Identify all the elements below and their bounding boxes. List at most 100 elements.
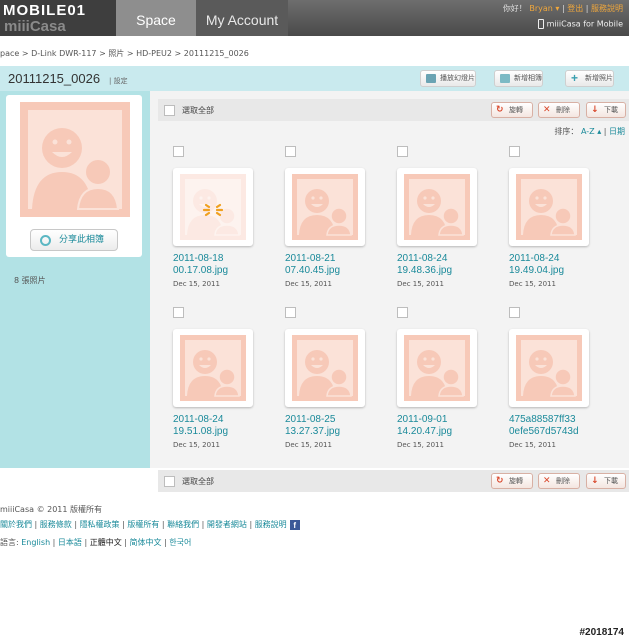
page-title: 20111215_0026 bbox=[8, 71, 101, 86]
logout-link[interactable]: 登出 bbox=[567, 4, 583, 13]
download-button[interactable]: ↓ 下載 bbox=[586, 102, 626, 118]
user-menu[interactable]: Bryan ▾ bbox=[529, 4, 559, 13]
photo-placeholder bbox=[404, 174, 470, 240]
photo-checkbox[interactable] bbox=[173, 146, 184, 157]
photo-checkbox[interactable] bbox=[173, 307, 184, 318]
photo-item[interactable]: 2011-08-25 13.27.37.jpg Dec 15, 2011 bbox=[285, 307, 381, 467]
photo-thumbnail[interactable] bbox=[285, 168, 365, 246]
photo-item[interactable]: 475a88587ff33 0efe567d5743d Dec 15, 2011 bbox=[509, 307, 605, 467]
photo-date: Dec 15, 2011 bbox=[397, 280, 444, 288]
slideshow-button[interactable]: 播放幻燈片 bbox=[420, 70, 476, 87]
photo-filename-line2: 07.40.45.jpg bbox=[285, 265, 341, 276]
photo-checkbox[interactable] bbox=[397, 307, 408, 318]
photo-item[interactable]: 2011-08-24 19.51.08.jpg Dec 15, 2011 bbox=[173, 307, 269, 467]
photo-thumbnail[interactable] bbox=[285, 329, 365, 407]
album-cover-placeholder bbox=[20, 102, 130, 217]
language-option[interactable]: 简体中文 bbox=[129, 538, 161, 547]
new-photo-button[interactable]: + 新增照片 bbox=[565, 70, 614, 87]
footer-link[interactable]: 聯絡我們 bbox=[167, 520, 199, 529]
facebook-icon[interactable]: f bbox=[289, 519, 300, 530]
footer-link[interactable]: 服務條款 bbox=[40, 520, 72, 529]
photo-thumbnail[interactable] bbox=[173, 168, 253, 246]
photo-filename[interactable]: 2011-08-25 13.27.37.jpg bbox=[285, 414, 340, 438]
rotate-button[interactable]: ↻ 旋轉 bbox=[491, 473, 533, 489]
breadcrumb[interactable]: pace > D-Link DWR-117 > 照片 > HD-PEU2 > 2… bbox=[0, 48, 249, 59]
share-album-button[interactable]: 分享此相簿 bbox=[30, 229, 118, 251]
phone-icon bbox=[537, 19, 544, 29]
photo-filename-line1: 2011-08-24 bbox=[509, 253, 560, 264]
photo-placeholder bbox=[292, 335, 358, 401]
new-album-label: 新增相簿 bbox=[514, 74, 542, 82]
photo-placeholder bbox=[516, 335, 582, 401]
photo-filename[interactable]: 2011-09-01 14.20.47.jpg bbox=[397, 414, 452, 438]
tab-my-account[interactable]: My Account bbox=[196, 0, 288, 36]
photo-thumbnail[interactable] bbox=[397, 329, 477, 407]
photo-date: Dec 15, 2011 bbox=[285, 280, 332, 288]
sort-controls: 排序： A-Z ▴ | 日期 bbox=[554, 127, 625, 136]
photo-item[interactable]: 2011-08-18 00.17.08.jpg Dec 15, 2011 bbox=[173, 146, 269, 306]
language-option[interactable]: 한국어 bbox=[169, 538, 191, 547]
photo-checkbox[interactable] bbox=[397, 146, 408, 157]
mobile-link-label: miiiCasa for Mobile bbox=[546, 19, 623, 29]
photo-thumbnail[interactable] bbox=[397, 168, 477, 246]
photo-date: Dec 15, 2011 bbox=[285, 441, 332, 449]
select-all-label: 選取全部 bbox=[182, 106, 214, 115]
download-button[interactable]: ↓ 下載 bbox=[586, 473, 626, 489]
photo-filename[interactable]: 2011-08-24 19.48.36.jpg bbox=[397, 253, 452, 277]
footer-link[interactable]: 隱私權政策 bbox=[80, 520, 120, 529]
footer-copyright: miiiCasa © 2011 版權所有 bbox=[0, 505, 103, 514]
sort-ascending-icon: ▴ bbox=[597, 127, 602, 136]
photo-item[interactable]: 2011-08-24 19.49.04.jpg Dec 15, 2011 bbox=[509, 146, 605, 306]
rotate-button[interactable]: ↻ 旋轉 bbox=[491, 102, 533, 118]
photo-thumbnail[interactable] bbox=[509, 329, 589, 407]
delete-button[interactable]: ✕ 刪除 bbox=[538, 473, 580, 489]
photo-filename-line2: 13.27.37.jpg bbox=[285, 426, 341, 437]
photo-thumbnail[interactable] bbox=[509, 168, 589, 246]
photo-checkbox[interactable] bbox=[509, 307, 520, 318]
photo-filename[interactable]: 2011-08-24 19.49.04.jpg bbox=[509, 253, 564, 277]
album-settings-link[interactable]: | 設定 bbox=[109, 76, 128, 86]
delete-icon: ✕ bbox=[543, 476, 551, 486]
photo-filename[interactable]: 2011-08-18 00.17.08.jpg bbox=[173, 253, 228, 277]
footer-link[interactable]: 服務說明 bbox=[255, 520, 287, 529]
mobile01-logo[interactable]: MOBILE01 miiiCasa bbox=[0, 0, 116, 36]
footer-link[interactable]: 版權所有 bbox=[127, 520, 159, 529]
delete-label: 刪除 bbox=[556, 106, 570, 114]
photo-filename[interactable]: 2011-08-24 19.51.08.jpg bbox=[173, 414, 228, 438]
select-all-checkbox[interactable] bbox=[164, 476, 175, 487]
photo-filename[interactable]: 2011-08-21 07.40.45.jpg bbox=[285, 253, 340, 277]
photo-filename-line1: 2011-08-18 bbox=[173, 253, 224, 264]
select-all-checkbox[interactable] bbox=[164, 105, 175, 116]
rotate-label: 旋轉 bbox=[509, 477, 523, 485]
sort-label: 排序： bbox=[554, 127, 579, 136]
help-link[interactable]: 服務說明 bbox=[591, 4, 623, 13]
user-name: Bryan bbox=[529, 4, 553, 13]
photo-item[interactable]: 2011-09-01 14.20.47.jpg Dec 15, 2011 bbox=[397, 307, 493, 467]
photo-filename-line1: 2011-08-24 bbox=[173, 414, 224, 425]
photo-date: Dec 15, 2011 bbox=[397, 441, 444, 449]
language-option[interactable]: English bbox=[21, 538, 50, 547]
photo-count: 8 張照片 bbox=[14, 276, 46, 285]
delete-label: 刪除 bbox=[556, 477, 570, 485]
photo-filename-line1: 2011-08-25 bbox=[285, 414, 336, 425]
photo-checkbox[interactable] bbox=[509, 146, 520, 157]
photo-item[interactable]: 2011-08-21 07.40.45.jpg Dec 15, 2011 bbox=[285, 146, 381, 306]
sort-date-link[interactable]: 日期 bbox=[609, 127, 625, 136]
photo-checkbox[interactable] bbox=[285, 146, 296, 157]
tab-space[interactable]: Space bbox=[116, 0, 196, 36]
photo-item[interactable]: 2011-08-24 19.48.36.jpg Dec 15, 2011 bbox=[397, 146, 493, 306]
photo-filename[interactable]: 475a88587ff33 0efe567d5743d bbox=[509, 414, 579, 438]
footer-link[interactable]: 開發者網站 bbox=[207, 520, 247, 529]
mobile-app-link[interactable]: miiiCasa for Mobile bbox=[537, 19, 623, 29]
photo-checkbox[interactable] bbox=[285, 307, 296, 318]
photo-filename-line2: 00.17.08.jpg bbox=[173, 265, 229, 276]
new-album-button[interactable]: 新增相簿 bbox=[494, 70, 543, 87]
delete-button[interactable]: ✕ 刪除 bbox=[538, 102, 580, 118]
language-selector: 語言: English | 日本語 | 正體中文 | 简体中文 | 한국어 bbox=[0, 538, 192, 547]
sort-az-link[interactable]: A-Z ▴ bbox=[581, 127, 601, 136]
footer-link[interactable]: 關於我們 bbox=[0, 520, 32, 529]
language-option[interactable]: 日本語 bbox=[58, 538, 82, 547]
photo-filename-line1: 2011-08-21 bbox=[285, 253, 336, 264]
new-photo-label: 新增照片 bbox=[585, 74, 613, 82]
photo-thumbnail[interactable] bbox=[173, 329, 253, 407]
